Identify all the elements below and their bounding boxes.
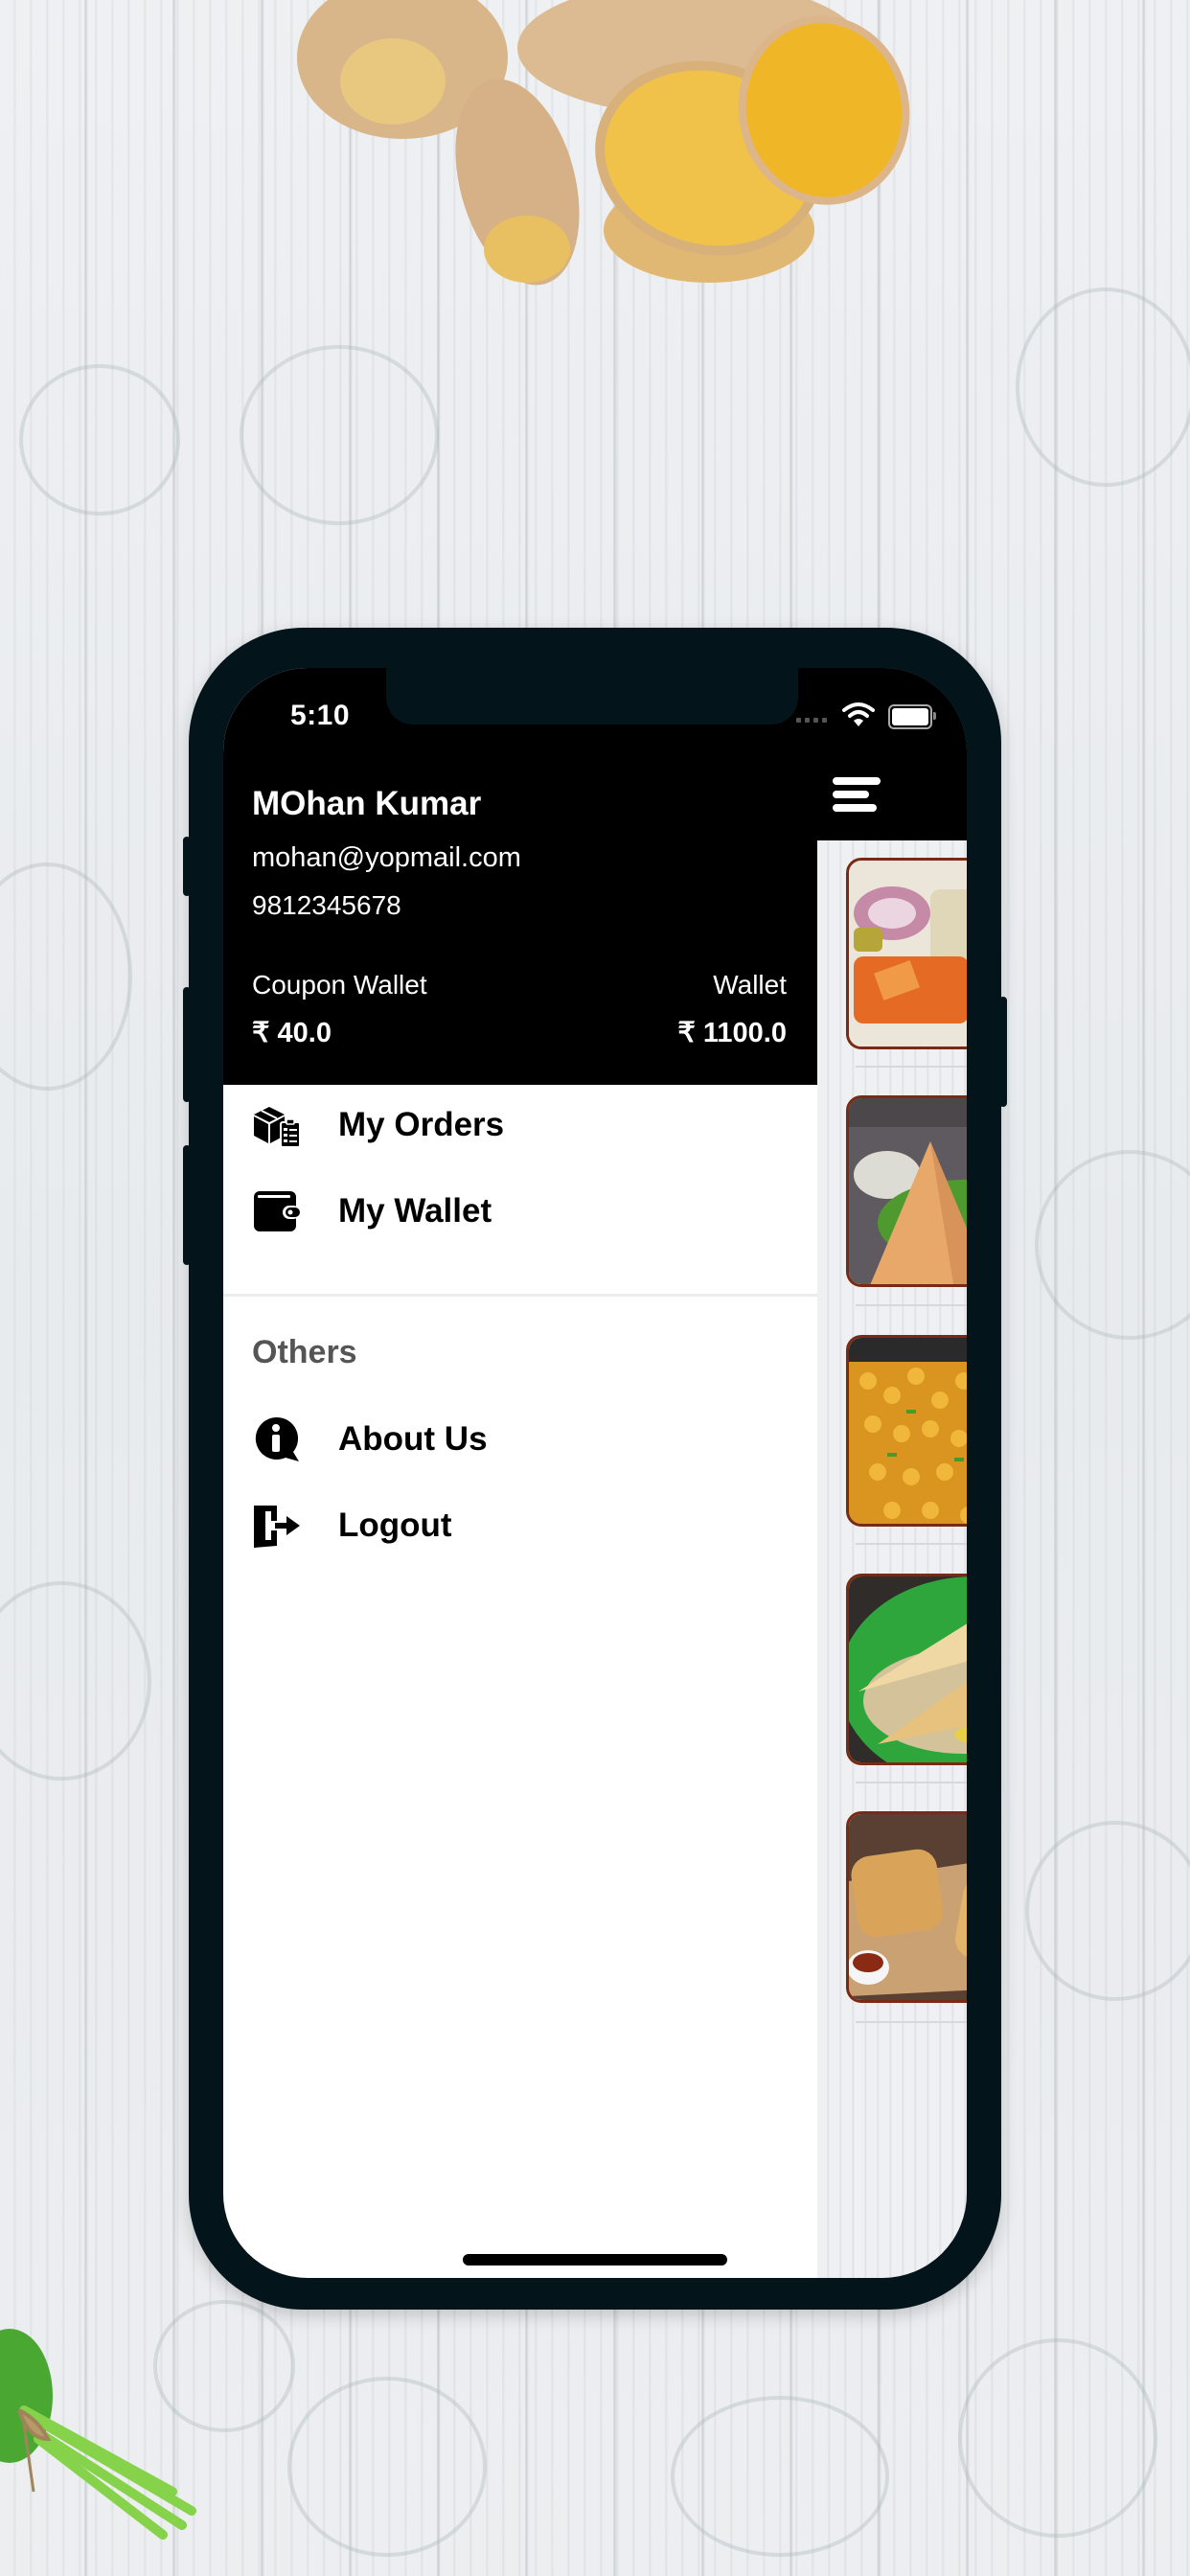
status-time: 5:10 — [290, 700, 351, 731]
list-separator — [856, 1304, 967, 1306]
user-phone: 9812345678 — [252, 890, 401, 920]
coupon-wallet-label: Coupon Wallet — [252, 970, 427, 1000]
coupon-wallet-balance: ₹ 40.0 — [252, 1018, 332, 1048]
food-item-chana[interactable] — [846, 1335, 967, 1527]
food-list — [817, 840, 967, 2278]
logout-door-icon — [252, 1501, 302, 1551]
menu-item-my-orders[interactable]: My Orders — [223, 1087, 817, 1163]
info-bubble-icon — [252, 1414, 302, 1464]
food-item-dosa[interactable] — [846, 1574, 967, 1765]
volume-down-button — [183, 1145, 191, 1265]
power-button — [999, 997, 1007, 1107]
chana-image — [849, 1338, 967, 1524]
menu-item-my-wallet[interactable]: My Wallet — [223, 1173, 817, 1250]
user-name: MOhan Kumar — [252, 785, 482, 822]
menu-divider — [223, 1294, 817, 1297]
phone-frame: 5:10 MOhan Kumar mohan@yopmail.com 98123… — [183, 628, 1007, 2310]
mute-switch — [183, 837, 191, 896]
menu-item-label: Logout — [338, 1506, 452, 1544]
menu-item-label: My Wallet — [338, 1192, 492, 1230]
hamburger-menu-icon[interactable] — [833, 777, 882, 816]
dosa-image — [849, 1576, 967, 1762]
cellular-signal-icon — [796, 718, 827, 723]
side-drawer: MOhan Kumar mohan@yopmail.com 9812345678… — [223, 668, 817, 2278]
ginger-image — [297, 0, 910, 286]
food-item-puff[interactable] — [846, 1811, 967, 2003]
food-item-thali[interactable] — [846, 858, 967, 1049]
user-email: mohan@yopmail.com — [252, 842, 521, 873]
others-section-title: Others — [252, 1334, 357, 1370]
wallet-icon — [252, 1186, 302, 1236]
menu-item-label: My Orders — [338, 1106, 505, 1143]
menu-item-about-us[interactable]: About Us — [223, 1401, 817, 1478]
food-item-samosa[interactable] — [846, 1095, 967, 1287]
menu-item-label: About Us — [338, 1420, 488, 1458]
samosa-image — [849, 1098, 967, 1284]
battery-icon — [888, 704, 936, 729]
orders-box-icon — [252, 1100, 302, 1150]
thali-image — [849, 861, 967, 1046]
celery-herbs-image — [0, 2329, 196, 2540]
list-separator — [856, 2021, 967, 2023]
phone-screen: 5:10 MOhan Kumar mohan@yopmail.com 98123… — [223, 668, 967, 2278]
wallet-label: Wallet — [713, 970, 787, 1000]
list-separator — [856, 1066, 967, 1068]
home-indicator[interactable] — [463, 2254, 727, 2266]
volume-up-button — [183, 987, 191, 1102]
wifi-icon — [842, 702, 875, 726]
menu-item-logout[interactable]: Logout — [223, 1487, 817, 1564]
list-separator — [856, 1782, 967, 1783]
puff-pastry-image — [849, 1814, 967, 2000]
notch — [386, 668, 798, 724]
list-separator — [856, 1543, 967, 1545]
wallet-balance: ₹ 1100.0 — [677, 1018, 787, 1048]
